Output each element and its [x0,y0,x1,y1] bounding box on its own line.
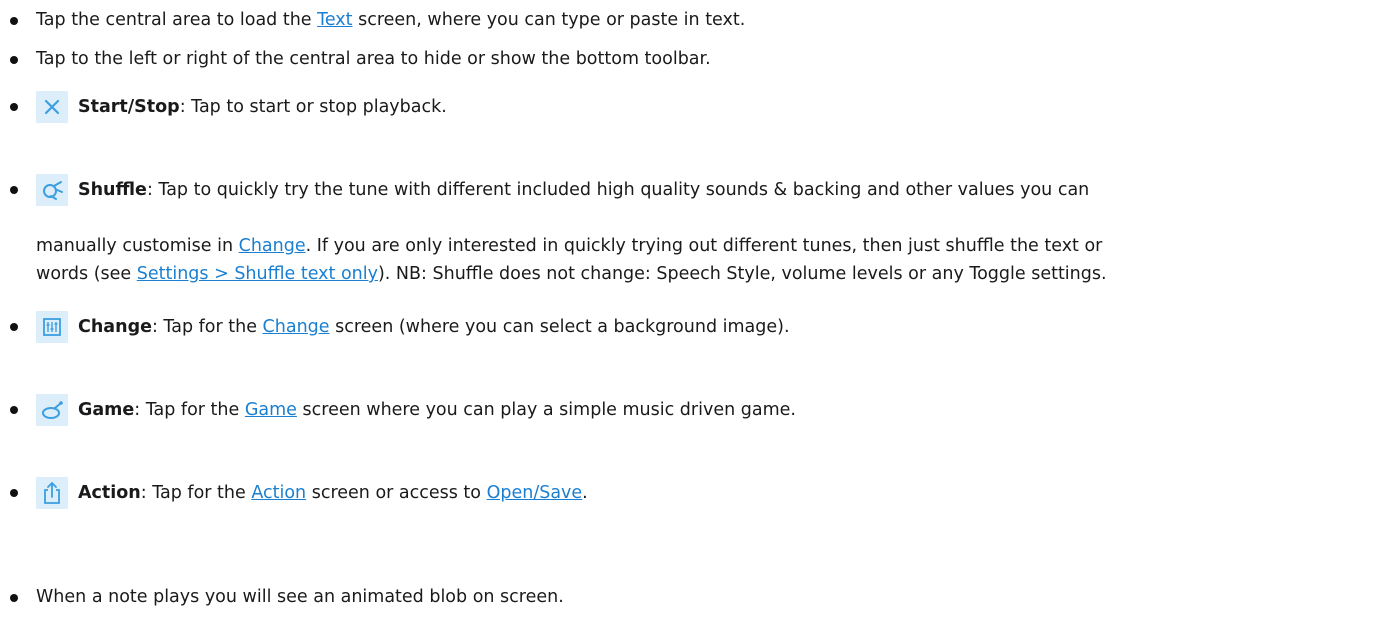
game-label: Game [78,400,135,420]
item-line: manually customise in Change. If you are… [36,236,1103,256]
game-link[interactable]: Game [245,400,297,420]
game-icon [36,394,68,426]
start-stop-label: Start/Stop [78,97,180,117]
item-line: Tap the central area to load the Text sc… [36,10,746,30]
shuffle-label: Shuffle [78,180,147,200]
bullet [10,103,18,111]
bullet [10,323,18,331]
bullet [10,186,18,194]
item-text: When a note plays you will see an animat… [36,587,564,607]
settings-shuffle-text-only-link[interactable]: Settings > Shuffle text only [137,264,378,284]
item-line: words (see Settings > Shuffle text only)… [36,264,1107,284]
shuffle-icon [36,174,68,206]
change-label: Change [78,317,152,337]
change-link[interactable]: Change [239,236,306,256]
action-label: Action [78,483,141,503]
item-line: Change: Tap for the Change screen (where… [78,317,790,337]
bullet [10,56,18,64]
bullet [10,489,18,497]
share-icon [36,477,68,509]
item-line: Start/Stop: Tap to start or stop playbac… [78,97,447,117]
action-link[interactable]: Action [251,483,306,503]
open-save-link[interactable]: Open/Save [487,483,583,503]
sliders-icon [36,311,68,343]
item-line: Shuffle: Tap to quickly try the tune wit… [78,180,1090,200]
close-x-icon [36,91,68,123]
bullet [10,17,18,25]
bullet [10,594,18,602]
change-screen-link[interactable]: Change [263,317,330,337]
item-line: Action: Tap for the Action screen or acc… [78,483,588,503]
item-text: Tap to the left or right of the central … [36,49,711,69]
bullet [10,406,18,414]
text-link[interactable]: Text [317,10,352,30]
item-line: Game: Tap for the Game screen where you … [78,400,796,420]
